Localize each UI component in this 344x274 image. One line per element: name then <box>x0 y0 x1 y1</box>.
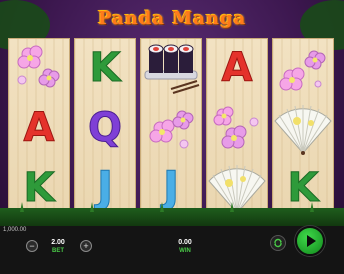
spin-button[interactable] <box>295 226 325 256</box>
autoplay-button[interactable] <box>270 235 286 251</box>
cherry-blossom-icon <box>149 110 194 149</box>
symbol-paper-fan <box>272 98 334 158</box>
reel-4: A <box>206 38 268 218</box>
bet-increase-button[interactable]: + <box>80 240 92 252</box>
bet-decrease-button[interactable]: − <box>26 240 38 252</box>
letter-q-symbol: Q <box>87 105 122 151</box>
symbol-letter-k: K <box>74 38 136 98</box>
autoplay-icon <box>274 238 282 248</box>
play-icon <box>307 235 316 247</box>
reel-3: J <box>140 38 202 218</box>
control-bar: 1,000.00 − 2.00 BET + 0.00 WIN <box>0 226 344 274</box>
symbol-sushi-rolls <box>140 38 202 98</box>
game-title: Panda Manga <box>97 8 247 29</box>
symbol-letter-a: A <box>206 38 268 98</box>
win-value: 0.00 <box>178 239 192 246</box>
letter-k-symbol: K <box>89 45 121 91</box>
letter-a-symbol: A <box>221 45 253 91</box>
reel-5: K <box>272 38 334 218</box>
grass-strip <box>0 202 344 226</box>
cherry-blossom-icon <box>279 50 326 91</box>
symbol-letter-a: A <box>8 98 70 158</box>
reel-1: A K <box>8 38 70 218</box>
sushi-rolls-icon <box>144 44 200 94</box>
letter-j-symbol: J <box>162 162 180 213</box>
cherry-blossom-icon <box>213 106 259 149</box>
title-bar: Panda Manga <box>0 0 344 50</box>
letter-k-symbol: K <box>287 165 319 211</box>
letter-a-symbol: A <box>23 105 55 151</box>
letter-k-symbol: K <box>23 165 55 211</box>
paper-fan-icon <box>274 105 332 155</box>
symbol-cherry-blossom <box>8 38 70 98</box>
symbol-cherry-blossom <box>272 38 334 98</box>
slot-game: Panda Manga A K K Q J J A K 1,000.00 − 2… <box>0 0 344 274</box>
reel-2: K Q J <box>74 38 136 218</box>
cherry-blossom-icon <box>17 45 60 88</box>
symbol-letter-q: Q <box>74 98 136 158</box>
reels-area: A K K Q J J A K <box>4 38 340 222</box>
balance-display: 1,000.00 <box>3 227 27 233</box>
bet-value: 2.00 <box>51 239 65 246</box>
symbol-cherry-blossom <box>140 98 202 158</box>
symbol-cherry-blossom <box>206 98 268 158</box>
win-label: WIN <box>179 248 191 254</box>
letter-j-symbol: J <box>96 162 114 213</box>
bet-label: BET <box>52 248 64 254</box>
